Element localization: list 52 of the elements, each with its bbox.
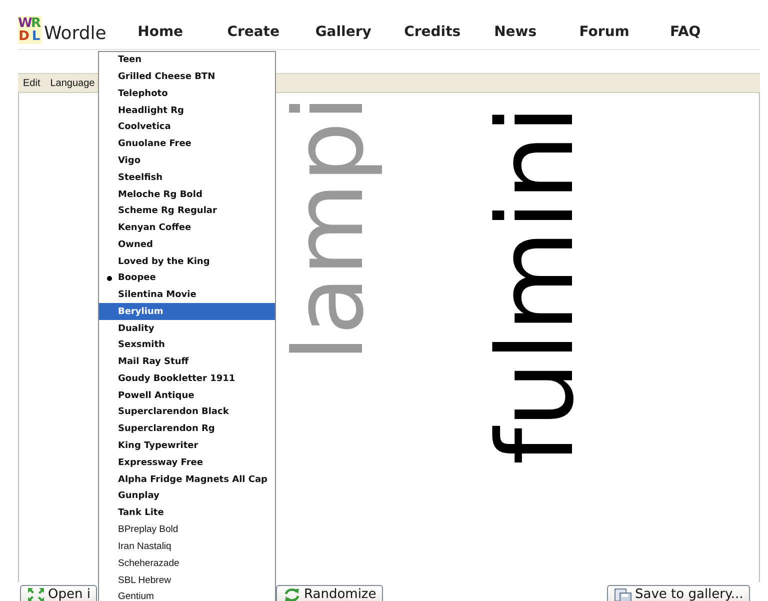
font-menu-item[interactable]: Duality [99,320,275,338]
save-button[interactable]: Save to gallery... [607,585,750,601]
font-menu-item[interactable]: Gunplay [99,488,275,505]
font-menu-item[interactable]: Tank Lite [99,504,275,522]
font-menu-item[interactable]: Boopee [99,270,275,287]
font-menu-item[interactable]: Owned [99,236,275,254]
nav-link[interactable]: Credits [388,24,476,40]
menu-item[interactable]: Language [50,78,95,88]
open-button[interactable]: Open i [20,585,98,601]
font-menu-item[interactable]: Sexsmith [99,337,275,354]
font-menu-item[interactable]: Goudy Bookletter 1911 [99,370,275,388]
font-menu-item[interactable]: Berylium [99,303,275,320]
font-menu-item[interactable]: Vigo [99,152,275,170]
randomize-button[interactable]: Randomize [276,585,384,601]
font-menu-item[interactable]: Steelfish [99,169,275,186]
cloud-word: lampi [272,95,386,362]
font-menu-item[interactable]: BPreplay Bold [99,521,275,538]
font-menu-item[interactable]: Headlight Rg [99,102,275,120]
font-menu-item[interactable]: Superclarendon Rg [99,420,275,438]
font-menu-item[interactable]: Grilled Cheese BTN [99,68,275,86]
font-menu-item[interactable]: Scheme Rg Regular [99,202,275,220]
menu-item[interactable]: Edit [23,78,40,88]
nav-link[interactable]: Create [208,24,298,40]
font-menu-item[interactable]: Scheherazade [99,554,275,572]
cloud-word: fulmini [474,105,598,465]
font-menu-item[interactable]: Superclarendon Black [99,404,275,421]
nav-link[interactable]: Gallery [298,24,388,40]
font-menu-item[interactable]: King Typewriter [99,438,275,454]
font-menu-item[interactable]: Kenyan Coffee [99,220,275,236]
font-menu-item[interactable]: Gnuolane Free [99,136,275,153]
font-menu-item[interactable]: Iran Nastaliq [99,538,275,555]
font-menu-item[interactable]: Meloche Rg Bold [99,186,275,203]
font-menu-item[interactable]: Telephoto [99,86,275,102]
font-menu-item[interactable]: Coolvetica [99,119,275,136]
font-menu-item[interactable]: SBL Hebrew [99,572,275,588]
nav-link[interactable]: Forum [554,24,654,40]
logo-wordmark: Wordle [44,23,106,44]
logo-icon: WR D L [18,16,42,44]
expand-arrows-icon [27,586,45,601]
nav-link[interactable]: News [476,24,554,40]
nav-link[interactable]: Home [112,24,208,40]
refresh-arrows-icon [283,586,301,601]
font-menu-item[interactable]: Gentium [99,588,275,601]
font-menu-item[interactable]: Expressway Free [99,454,275,472]
font-menu-item[interactable]: Alpha Fridge Magnets All Cap [99,471,275,488]
font-menu-item[interactable]: Powell Antique [99,387,275,404]
save-disk-icon [614,586,632,601]
font-menu-item[interactable]: Silentina Movie [99,286,275,304]
font-menu-item[interactable]: Mail Ray Stuff [99,354,275,371]
font-menu-item[interactable]: Teen [99,52,275,69]
font-menu-item[interactable]: Loved by the King [99,253,275,270]
nav-link[interactable]: FAQ [654,24,716,40]
